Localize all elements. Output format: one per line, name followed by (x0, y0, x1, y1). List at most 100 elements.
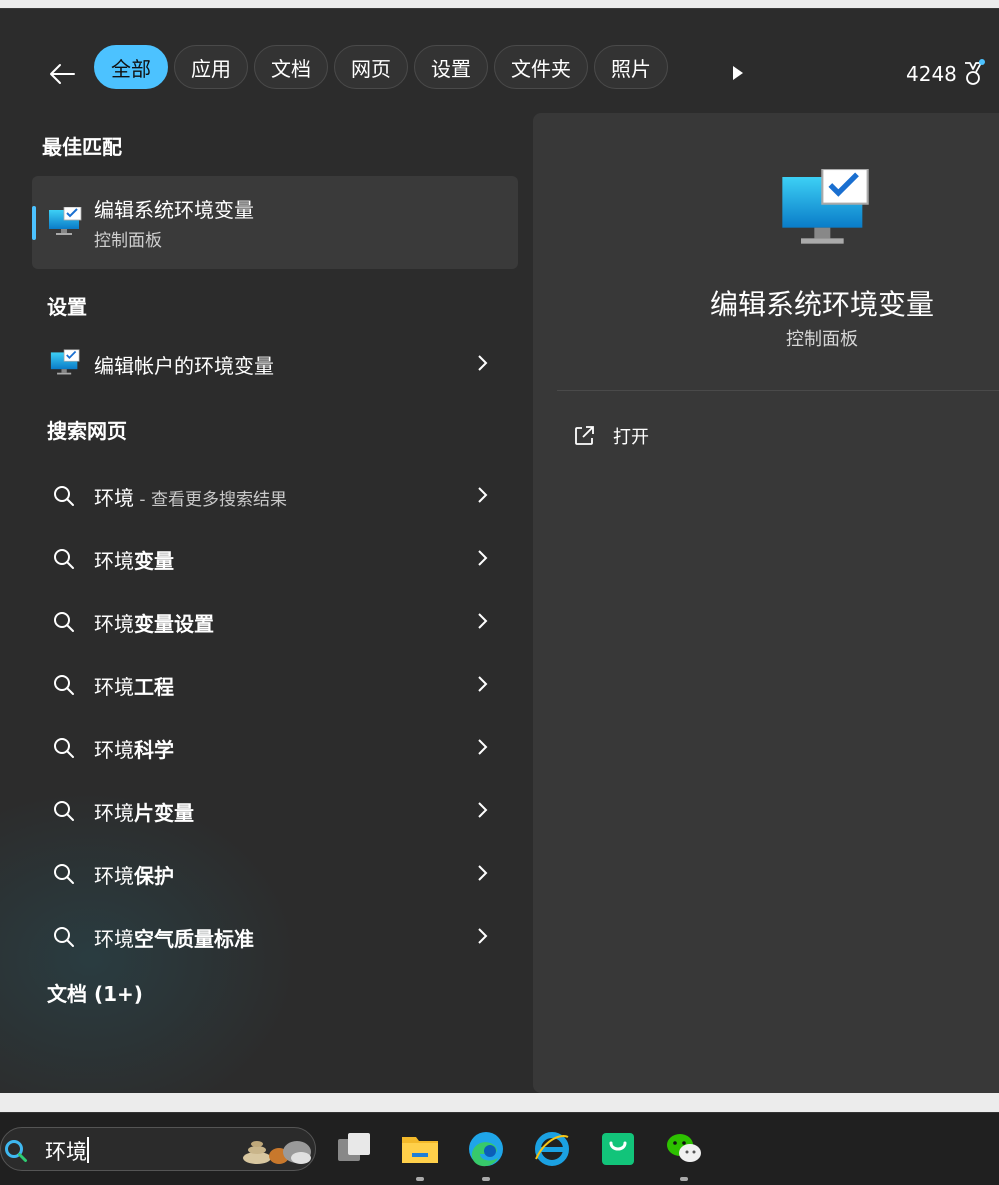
query-prefix: 环境 (94, 549, 134, 573)
suggestion-suffix: - 查看更多搜索结果 (134, 490, 287, 510)
text-caret (87, 1137, 89, 1163)
search-icon (54, 675, 74, 695)
taskbar-search-box[interactable]: 环境 (0, 1127, 316, 1171)
search-icon (54, 612, 74, 632)
query-prefix: 环境 (94, 675, 134, 699)
suggestion-bold: 科学 (134, 738, 174, 762)
tab-apps[interactable]: 应用 (174, 45, 248, 89)
query-prefix: 环境 (94, 486, 134, 510)
web-result-label: 环境变量设置 (94, 608, 214, 637)
web-result-item[interactable]: 环境保护 (32, 845, 518, 901)
tab-label: 网页 (351, 56, 391, 81)
search-icon (54, 801, 74, 821)
search-query: 环境 (45, 1140, 87, 1164)
settings-heading: 设置 (47, 295, 87, 319)
query-prefix: 环境 (94, 864, 134, 888)
rewards-points[interactable]: 4248 (906, 59, 985, 87)
best-match-title: 编辑系统环境变量 (94, 198, 254, 222)
chevron-right-icon (478, 355, 488, 371)
more-tabs-button[interactable] (728, 58, 748, 88)
tab-web[interactable]: 网页 (334, 45, 408, 89)
web-result-label: 环境变量 (94, 545, 174, 574)
filter-tabs: 全部 应用 文档 网页 设置 文件夹 照片 (94, 45, 668, 91)
selection-accent (32, 206, 36, 240)
best-match-subtitle: 控制面板 (94, 231, 162, 251)
settings-item-label: 编辑帐户的环境变量 (94, 354, 274, 378)
detail-subtitle: 控制面板 (786, 329, 858, 350)
search-icon (54, 864, 74, 884)
play-triangle-icon (733, 66, 743, 80)
divider (557, 390, 999, 391)
chevron-right-icon (478, 550, 488, 566)
task-view-icon (338, 1133, 370, 1161)
open-external-icon (575, 426, 594, 445)
best-match-heading: 最佳匹配 (42, 135, 122, 159)
monitor-check-icon (782, 169, 869, 244)
chevron-right-icon (478, 613, 488, 629)
web-result-item[interactable]: 环境变量设置 (32, 593, 518, 649)
web-result-label: 环境 - 查看更多搜索结果 (94, 482, 287, 511)
tab-folders[interactable]: 文件夹 (494, 45, 588, 89)
tab-label: 文件夹 (511, 56, 571, 81)
back-button[interactable] (46, 58, 78, 90)
web-result-item[interactable]: 环境 - 查看更多搜索结果 (32, 467, 518, 523)
tab-label: 照片 (611, 56, 651, 81)
ie-button[interactable] (532, 1129, 572, 1169)
file-explorer-icon (402, 1137, 438, 1163)
tab-photos[interactable]: 照片 (594, 45, 668, 89)
web-result-item[interactable]: 环境科学 (32, 719, 518, 775)
taskbar: 环境 (0, 1112, 999, 1185)
tab-label: 设置 (431, 56, 471, 81)
web-result-item[interactable]: 环境工程 (32, 656, 518, 712)
chevron-right-icon (478, 802, 488, 818)
wechat-icon (667, 1134, 701, 1162)
tab-settings[interactable]: 设置 (414, 45, 488, 89)
web-search-heading: 搜索网页 (47, 419, 127, 443)
web-result-label: 环境片变量 (94, 797, 194, 826)
task-view-button[interactable] (334, 1129, 374, 1169)
points-value: 4248 (906, 62, 957, 86)
running-indicator (416, 1177, 424, 1181)
web-result-label: 环境保护 (94, 860, 174, 889)
edge-button[interactable] (466, 1129, 506, 1181)
query-prefix: 环境 (94, 612, 134, 636)
file-explorer-button[interactable] (400, 1129, 440, 1181)
query-prefix: 环境 (94, 927, 134, 951)
tab-label: 文档 (271, 56, 311, 81)
suggestion-bold: 片变量 (134, 801, 194, 825)
query-prefix: 环境 (94, 801, 134, 825)
tab-all[interactable]: 全部 (94, 45, 168, 89)
suggestion-bold: 变量 (134, 549, 174, 573)
chevron-right-icon (478, 865, 488, 881)
detail-pane: 编辑系统环境变量 控制面板 打开 (533, 113, 999, 1093)
web-result-item[interactable]: 环境片变量 (32, 782, 518, 838)
documents-heading: 文档 (1+) (47, 982, 143, 1006)
query-prefix: 环境 (94, 738, 134, 762)
suggestion-bold: 工程 (134, 675, 174, 699)
best-match-item[interactable]: 编辑系统环境变量 控制面板 (32, 176, 518, 269)
chevron-right-icon (478, 739, 488, 755)
web-result-label: 环境工程 (94, 671, 174, 700)
monitor-check-icon (50, 349, 80, 375)
suggestion-bold: 保护 (134, 864, 174, 888)
running-indicator (680, 1177, 688, 1181)
chevron-right-icon (478, 928, 488, 944)
tab-label: 应用 (191, 56, 231, 81)
store-bag-icon (602, 1133, 634, 1165)
edge-icon (469, 1132, 503, 1167)
web-result-item[interactable]: 环境空气质量标准 (32, 908, 518, 964)
open-action[interactable]: 打开 (573, 419, 649, 453)
monitor-check-icon (49, 207, 82, 235)
search-icon (54, 486, 74, 506)
ie-icon (535, 1132, 569, 1166)
wechat-button[interactable] (664, 1129, 704, 1181)
tab-documents[interactable]: 文档 (254, 45, 328, 89)
store-button[interactable] (598, 1129, 638, 1169)
suggestion-bold: 变量设置 (134, 612, 214, 636)
running-indicator (482, 1177, 490, 1181)
settings-item-env-vars[interactable]: 编辑帐户的环境变量 (32, 335, 518, 391)
tab-label: 全部 (111, 56, 151, 81)
web-result-item[interactable]: 环境变量 (32, 530, 518, 586)
chevron-right-icon (478, 676, 488, 692)
search-icon (5, 1140, 27, 1162)
